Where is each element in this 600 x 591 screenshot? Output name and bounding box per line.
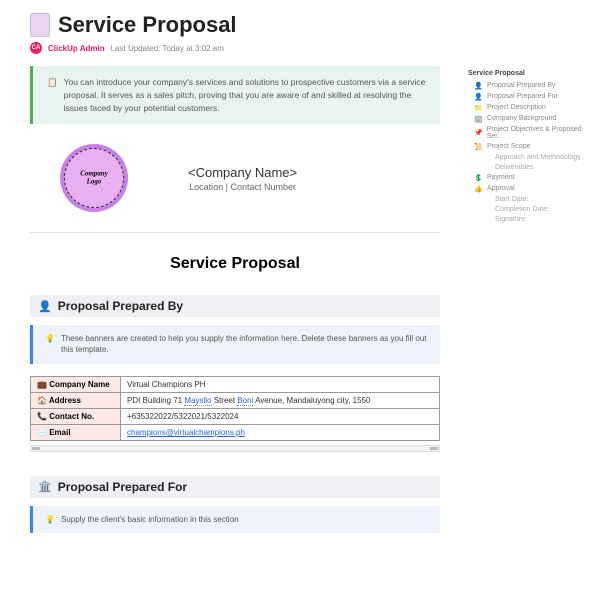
company-location-placeholder[interactable]: Location | Contact Number [188, 182, 297, 192]
intro-banner: 📋 You can introduce your company's servi… [30, 66, 440, 124]
meta-row: CA ClickUp Admin Last Updated: Today at … [30, 42, 440, 54]
document-icon [30, 13, 50, 37]
outline-item-icon: 📁 [474, 104, 483, 112]
company-row: CompanyLogo <Company Name> Location | Co… [30, 144, 440, 212]
outline-item-icon: 👤 [474, 93, 483, 101]
outline-item[interactable]: 📁 Project Description [468, 102, 596, 113]
outline-item[interactable]: Signature: [468, 214, 596, 224]
table-row: ✉️ Email champions@virtualchampions.ph [31, 424, 440, 440]
building-icon: 🏛️ [38, 480, 52, 493]
divider [30, 232, 440, 233]
outline-item[interactable]: 👤 Proposal Prepared By [468, 80, 596, 91]
outline-item-label: Deliverables [495, 164, 534, 171]
bulb-icon: 💡 [45, 514, 55, 525]
outline-item-label: Completion Date: [495, 206, 549, 213]
outline-item[interactable]: 📜 Project Scope [468, 141, 596, 152]
tip-text: Supply the client's basic information in… [61, 514, 239, 525]
tip-text: These banners are created to help you su… [61, 333, 428, 355]
tip-banner-prepared-by: 💡 These banners are created to help you … [30, 325, 440, 363]
section-heading: Proposal Prepared By [58, 299, 183, 313]
company-logo-badge: CompanyLogo [60, 144, 128, 212]
outline-item-label: Payment [487, 174, 515, 181]
outline-item[interactable]: 📌 Project Objectives & Proposed Ser... [468, 124, 596, 141]
company-name-value[interactable]: Virtual Champions PH [121, 376, 440, 392]
horizontal-scrollbar[interactable] [30, 445, 440, 452]
tip-banner-prepared-for: 💡 Supply the client's basic information … [30, 506, 440, 533]
email-value[interactable]: champions@virtualchampions.ph [121, 424, 440, 440]
outline-item-icon: 👤 [474, 82, 483, 90]
outline-item-label: Proposal Prepared By [487, 82, 555, 89]
section-header-prepared-for: 🏛️ Proposal Prepared For [30, 476, 440, 498]
outline-item-label: Signature: [495, 216, 527, 223]
home-icon: 🏠 [37, 396, 47, 405]
contact-value[interactable]: +635322022/5322021/5322024 [121, 408, 440, 424]
outline-item-label: Project Scope [487, 143, 531, 150]
outline-item[interactable]: 👍 Approval [468, 183, 596, 194]
outline-item-label: Start Date: [495, 196, 528, 203]
briefcase-icon: 💼 [37, 380, 47, 389]
prepared-by-table: 💼 Company Name Virtual Champions PH 🏠 Ad… [30, 376, 440, 441]
author-name[interactable]: ClickUp Admin [48, 44, 105, 53]
intro-text: You can introduce your company's service… [64, 76, 426, 114]
outline-item-icon: 👍 [474, 185, 483, 193]
outline-sidebar: Service Proposal 👤 Proposal Prepared By 👤 P… [468, 70, 596, 224]
outline-item-label: Project Description [487, 104, 546, 111]
last-updated: Last Updated: Today at 3:02 am [111, 44, 224, 53]
outline-item[interactable]: 👤 Proposal Prepared For [468, 91, 596, 102]
note-icon: 📋 [47, 76, 58, 114]
outline-item[interactable]: 💲 Payment [468, 172, 596, 183]
outline-item-label: Proposal Prepared For [487, 93, 558, 100]
outline-item-icon: 🏢 [474, 115, 483, 123]
mail-icon: ✉️ [37, 428, 47, 437]
section-heading: Proposal Prepared For [58, 480, 187, 494]
outline-item-label: Company Background [487, 115, 556, 122]
section-header-prepared-by: 👤 Proposal Prepared By [30, 295, 440, 317]
address-value[interactable]: PDI Building 71 Mayslio Street Boni Aven… [121, 392, 440, 408]
outline-item-icon: 💲 [474, 174, 483, 182]
outline-item[interactable]: Deliverables [468, 162, 596, 172]
logo-text: CompanyLogo [80, 171, 108, 186]
author-avatar[interactable]: CA [30, 42, 42, 54]
document-title: Service Proposal [30, 255, 440, 273]
title-row: Service Proposal [30, 12, 440, 38]
outline-item[interactable]: Start Date: [468, 194, 596, 204]
outline-item[interactable]: Completion Date: [468, 204, 596, 214]
document-main: Service Proposal CA ClickUp Admin Last U… [0, 0, 460, 591]
outline-item-icon: 📌 [474, 129, 483, 137]
page-title: Service Proposal [58, 12, 237, 38]
outline-item-label: Project Objectives & Proposed Ser... [487, 126, 596, 140]
table-row: 📞 Contact No. +635322022/5322021/5322024 [31, 408, 440, 424]
outline-item[interactable]: 🏢 Company Background [468, 113, 596, 124]
outline-title[interactable]: Service Proposal [468, 70, 596, 77]
person-icon: 👤 [38, 300, 52, 313]
bulb-icon: 💡 [45, 333, 55, 355]
company-name-placeholder[interactable]: <Company Name> [188, 165, 297, 180]
outline-item-label: Approach and Methodology [495, 154, 581, 161]
phone-icon: 📞 [37, 412, 47, 421]
table-row: 🏠 Address PDI Building 71 Mayslio Street… [31, 392, 440, 408]
table-row: 💼 Company Name Virtual Champions PH [31, 376, 440, 392]
outline-item-icon: 📜 [474, 143, 483, 151]
outline-item[interactable]: Approach and Methodology [468, 152, 596, 162]
outline-item-label: Approval [487, 185, 515, 192]
company-info: <Company Name> Location | Contact Number [188, 165, 297, 192]
